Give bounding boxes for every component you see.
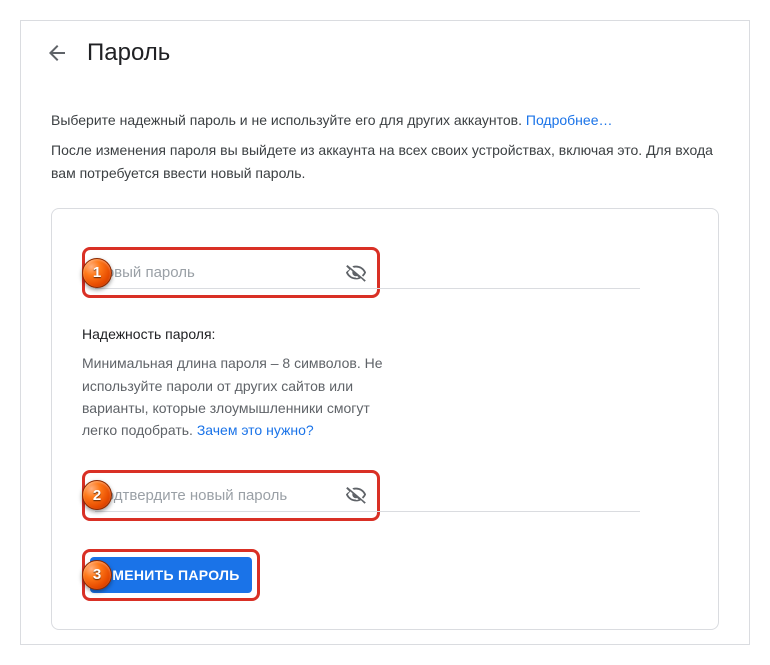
confirm-password-input[interactable]	[95, 481, 345, 510]
page-header: Пароль	[21, 21, 749, 85]
new-password-input[interactable]	[95, 258, 345, 287]
desc-text-1: Выберите надежный пароль и не используйт…	[51, 112, 526, 128]
input-underline	[95, 288, 640, 289]
callout-badge-1: 1	[82, 258, 112, 288]
page-title: Пароль	[87, 39, 170, 67]
strength-title: Надежность пароля:	[82, 326, 402, 342]
learn-more-link[interactable]: Подробнее…	[526, 112, 613, 128]
confirm-password-row: 2	[82, 470, 688, 521]
password-page: Пароль Выберите надежный пароль и не исп…	[20, 20, 750, 645]
visibility-off-icon[interactable]	[345, 262, 367, 284]
why-link[interactable]: Зачем это нужно?	[197, 422, 314, 438]
content-area: Выберите надежный пароль и не используйт…	[21, 109, 749, 650]
change-password-button[interactable]: СМЕНИТЬ ПАРОЛЬ	[90, 557, 252, 593]
confirm-password-highlight	[82, 470, 380, 521]
new-password-highlight	[82, 247, 380, 298]
input-underline	[95, 511, 640, 512]
submit-row: СМЕНИТЬ ПАРОЛЬ 3	[82, 521, 688, 601]
strength-text: Минимальная длина пароля – 8 символов. Н…	[82, 352, 402, 442]
back-arrow-icon[interactable]	[45, 41, 69, 65]
password-form-card: 1 Надежность пароля: Минимальная длина п…	[51, 208, 719, 630]
description-line2: После изменения пароля вы выйдете из акк…	[51, 139, 719, 184]
description-line1: Выберите надежный пароль и не используйт…	[51, 109, 719, 131]
password-strength-section: Надежность пароля: Минимальная длина пар…	[82, 326, 402, 442]
visibility-off-icon[interactable]	[345, 484, 367, 506]
new-password-row: 1	[82, 247, 688, 298]
callout-badge-3: 3	[82, 560, 112, 590]
